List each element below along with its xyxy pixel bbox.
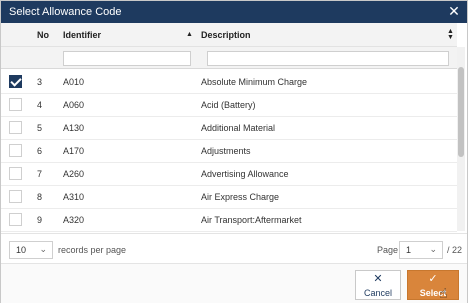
column-header-identifier[interactable]: Identifier [63, 30, 101, 40]
cell-no: 3 [37, 77, 43, 87]
sort-ascending-icon[interactable]: ▲ [186, 31, 193, 38]
filter-row [1, 47, 457, 69]
chevron-down-icon: ⌄ [39, 244, 47, 254]
close-icon: ✕ [373, 273, 383, 285]
identifier-filter-input[interactable] [63, 51, 191, 66]
records-per-page-value: 10 [16, 245, 27, 255]
cell-no: 4 [37, 100, 43, 110]
cancel-button-label: Cancel [363, 288, 392, 298]
table-row[interactable]: 3 A010 Absolute Minimum Charge [1, 71, 457, 94]
cell-no: 6 [37, 146, 43, 156]
table-row[interactable]: 9 A320 Air Transport:Aftermarket [1, 209, 457, 232]
table-row[interactable]: 5 A130 Additional Material [1, 117, 457, 140]
page-label: Page [377, 245, 399, 255]
row-checkbox[interactable] [9, 167, 22, 180]
cell-description: Adjustments [201, 146, 251, 156]
allowance-grid: No Identifier ▲ Description ▲ ▼ 3 A010 Ab… [1, 23, 467, 233]
cell-no: 8 [37, 192, 43, 202]
cell-description: Absolute Minimum Charge [201, 77, 308, 87]
page-select[interactable]: 1 ⌄ [399, 241, 443, 259]
cell-identifier: A060 [63, 100, 85, 110]
row-checkbox[interactable] [9, 121, 22, 134]
page-value: 1 [406, 245, 412, 255]
row-checkbox[interactable] [9, 144, 22, 157]
cell-no: 5 [37, 123, 43, 133]
cell-identifier: A010 [63, 77, 85, 87]
select-button-label: Select [419, 288, 447, 298]
grid-header: No Identifier ▲ Description ▲ ▼ [1, 23, 457, 47]
scrollbar-thumb[interactable] [458, 67, 464, 157]
close-icon[interactable]: ✕ [447, 4, 461, 18]
records-per-page-select[interactable]: 10 ⌄ [9, 241, 53, 259]
page-total: / 22 [447, 245, 463, 255]
column-header-no[interactable]: No [37, 30, 49, 40]
row-checkbox[interactable] [9, 75, 22, 88]
table-row[interactable]: 4 A060 Acid (Battery) [1, 94, 457, 117]
vertical-scrollbar[interactable] [457, 47, 465, 231]
row-checkbox[interactable] [9, 190, 22, 203]
cell-identifier: A320 [63, 215, 85, 225]
dialog-title: Select Allowance Code [9, 6, 122, 18]
check-icon: ✓ [428, 273, 438, 285]
table-row[interactable]: 7 A260 Advertising Allowance [1, 163, 457, 186]
chevron-down-icon: ⌄ [429, 244, 437, 254]
table-row[interactable]: 8 A310 Air Express Charge [1, 186, 457, 209]
cell-description: Air Transport:Aftermarket [201, 215, 302, 225]
dialog-footer: ✕ Cancel ✓ Select [1, 263, 467, 303]
cell-identifier: A310 [63, 192, 85, 202]
cell-description: Air Express Charge [201, 192, 280, 202]
cell-no: 9 [37, 215, 43, 225]
dialog-titlebar: Select Allowance Code ✕ [1, 1, 467, 23]
row-checkbox[interactable] [9, 213, 22, 226]
cancel-button[interactable]: ✕ Cancel [355, 270, 401, 300]
hand-cursor-icon: ☝ [439, 285, 448, 301]
cell-description: Additional Material [201, 123, 276, 133]
description-filter-input[interactable] [207, 51, 449, 66]
table-row[interactable]: 6 A170 Adjustments [1, 140, 457, 163]
records-per-page-label: records per page [58, 245, 127, 255]
select-allowance-code-dialog: Select Allowance Code ✕ No Identifier ▲ … [0, 0, 468, 303]
select-button[interactable]: ✓ Select [407, 270, 459, 300]
cell-identifier: A130 [63, 123, 85, 133]
column-header-description[interactable]: Description [201, 30, 251, 40]
pagination-bar: 10 ⌄ records per page Page 1 ⌄ / 22 [1, 233, 467, 263]
cell-description: Acid (Battery) [201, 100, 256, 110]
row-checkbox[interactable] [9, 98, 22, 111]
cell-no: 7 [37, 169, 43, 179]
cell-identifier: A170 [63, 146, 85, 156]
sort-unsorted-icon[interactable]: ▲ ▼ [447, 28, 454, 41]
cell-identifier: A260 [63, 169, 85, 179]
cell-description: Advertising Allowance [201, 169, 289, 179]
